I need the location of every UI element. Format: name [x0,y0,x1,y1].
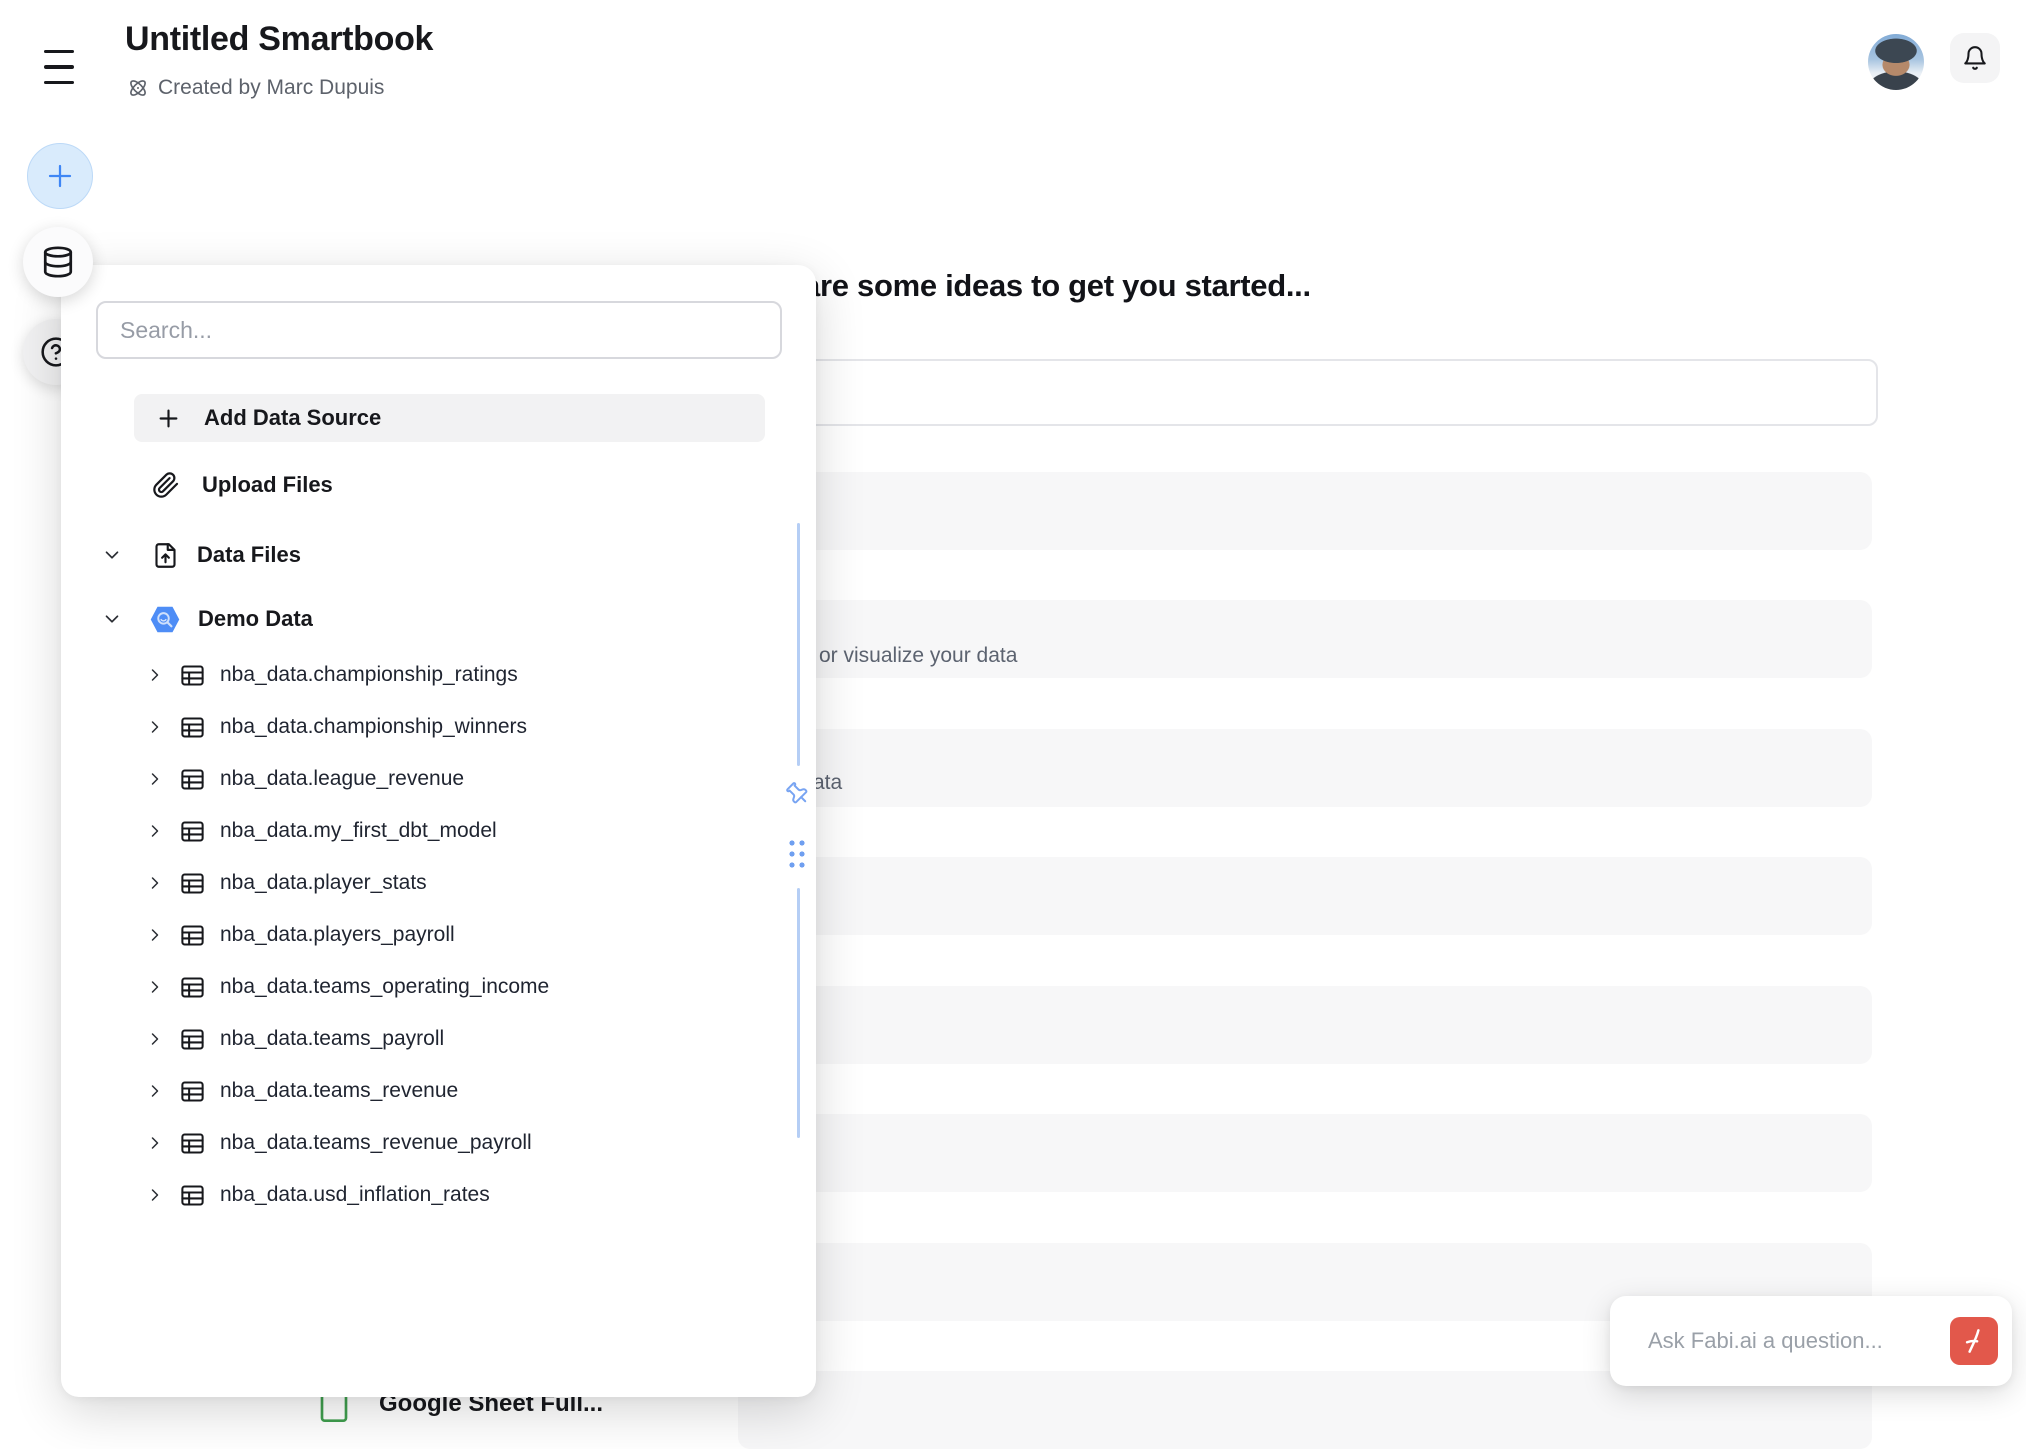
table-row[interactable]: nba_data.teams_operating_income [101,961,781,1013]
pin-panel-button[interactable] [783,779,811,807]
chevron-right-icon[interactable] [145,821,165,841]
file-upload-icon [152,542,179,569]
table-icon [179,1026,206,1053]
plus-icon [45,161,75,191]
table-icon [179,714,206,741]
table-row[interactable]: nba_data.usd_inflation_rates [101,1169,781,1221]
panel-scrollbar[interactable] [797,523,800,766]
add-data-source-button[interactable]: Add Data Source [134,394,765,442]
chevron-down-icon[interactable] [101,608,123,630]
table-name: nba_data.teams_revenue [220,1079,458,1103]
ask-fabi-input[interactable] [1646,1327,1938,1355]
idea-card[interactable] [738,472,1872,550]
table-name: nba_data.teams_operating_income [220,975,549,999]
table-icon [179,974,206,1001]
table-name: nba_data.usd_inflation_rates [220,1183,490,1207]
table-row[interactable]: nba_data.my_first_dbt_model [101,805,781,857]
table-row[interactable]: nba_data.teams_revenue [101,1065,781,1117]
table-icon [179,662,206,689]
chevron-right-icon[interactable] [145,769,165,789]
created-by-label: Created by Marc Dupuis [158,76,384,100]
add-data-source-label: Add Data Source [204,405,381,431]
table-name: nba_data.teams_revenue_payroll [220,1131,532,1155]
demo-data-section[interactable]: Demo Data [101,594,765,644]
search-input[interactable] [96,301,782,359]
app-root: { "header": { "title": "Untitled Smartbo… [0,0,2026,1408]
table-row[interactable]: nba_data.players_payroll [101,909,781,961]
bell-icon [1962,45,1988,71]
menu-icon[interactable] [44,46,84,88]
avatar[interactable] [1868,34,1924,90]
data-source-panel: Add Data Source Upload Files Data Files [61,265,816,1397]
chevron-right-icon[interactable] [145,1029,165,1049]
idea-card-subtitle-fragment: ata [813,771,842,795]
table-icon [179,766,206,793]
table-name: nba_data.players_payroll [220,923,455,947]
paperclip-icon [152,471,180,499]
table-row[interactable]: nba_data.teams_revenue_payroll [101,1117,781,1169]
plus-icon [155,405,182,432]
ask-submit-button[interactable] [1950,1317,1998,1365]
ask-fabi-bar [1610,1296,2012,1386]
table-icon [179,1130,206,1157]
chevron-right-icon[interactable] [145,1081,165,1101]
table-name: nba_data.teams_payroll [220,1027,444,1051]
table-row[interactable]: nba_data.league_revenue [101,753,781,805]
demo-data-label: Demo Data [198,606,313,632]
chevron-right-icon[interactable] [145,925,165,945]
idea-card-subtitle-fragment: or visualize your data [819,644,1017,668]
table-name: nba_data.championship_ratings [220,663,518,687]
idea-card[interactable] [738,857,1872,935]
chevron-right-icon[interactable] [145,977,165,997]
table-icon [179,1182,206,1209]
table-row[interactable]: nba_data.championship_ratings [101,649,781,701]
data-files-section[interactable]: Data Files [101,530,765,580]
chevron-right-icon[interactable] [145,665,165,685]
table-name: nba_data.league_revenue [220,767,464,791]
chevron-right-icon[interactable] [145,1185,165,1205]
table-row[interactable]: nba_data.player_stats [101,857,781,909]
table-icon [179,922,206,949]
table-list: nba_data.championship_ratings nba_data.c… [101,649,781,1221]
add-cell-button[interactable] [27,143,93,209]
upload-files-button[interactable]: Upload Files [134,462,765,508]
chevron-right-icon[interactable] [145,717,165,737]
prompt-input-card[interactable] [738,359,1878,426]
idea-card[interactable]: or visualize your data [738,600,1872,678]
chevron-right-icon[interactable] [145,1133,165,1153]
drag-handle-icon[interactable] [789,839,805,869]
idea-card[interactable] [738,986,1872,1064]
upload-files-label: Upload Files [202,472,333,498]
knot-atom-icon [127,77,149,99]
chevron-right-icon[interactable] [145,873,165,893]
table-icon [179,818,206,845]
table-icon [179,1078,206,1105]
table-row[interactable]: nba_data.championship_winners [101,701,781,753]
data-files-label: Data Files [197,542,301,568]
bigquery-hexagon-icon [150,606,180,633]
idea-card[interactable]: ata [738,729,1872,807]
table-icon [179,870,206,897]
created-by-row: Created by Marc Dupuis [127,76,384,100]
data-sources-button[interactable] [23,227,93,297]
notifications-button[interactable] [1950,33,2000,83]
panel-scrollbar[interactable] [797,888,800,1138]
idea-card[interactable] [738,1114,1872,1192]
table-name: nba_data.my_first_dbt_model [220,819,497,843]
pushpin-icon [783,779,811,807]
chevron-down-icon[interactable] [101,544,123,566]
lightning-icon [1959,1326,1989,1356]
table-name: nba_data.championship_winners [220,715,527,739]
database-icon [41,245,75,279]
table-name: nba_data.player_stats [220,871,427,895]
page-title[interactable]: Untitled Smartbook [125,20,433,59]
table-row[interactable]: nba_data.teams_payroll [101,1013,781,1065]
